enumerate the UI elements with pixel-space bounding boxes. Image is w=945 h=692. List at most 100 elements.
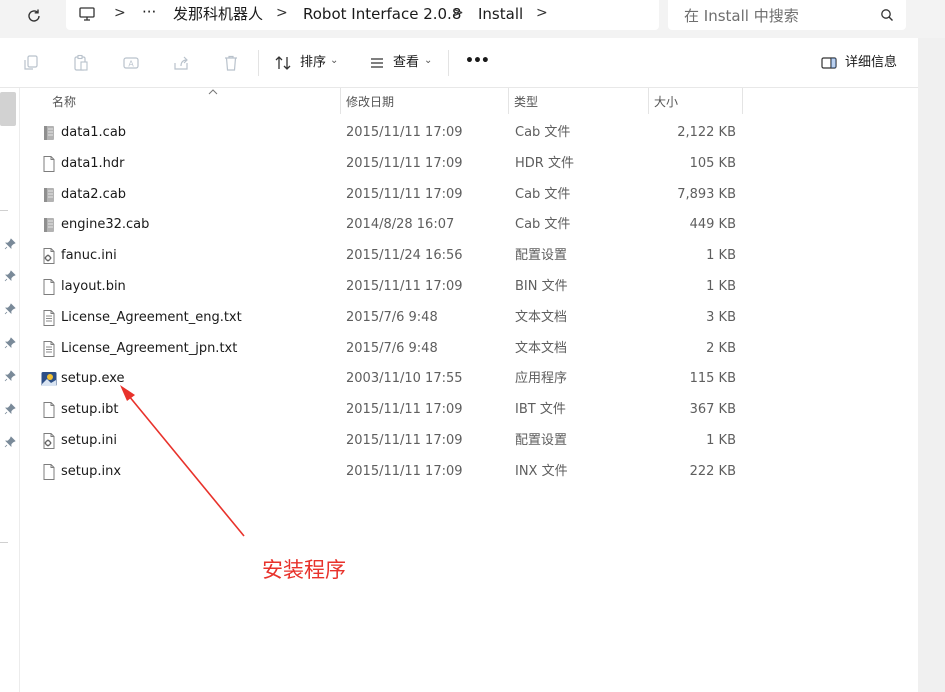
file-row[interactable]: License_Agreement_jpn.txt 2015/7/6 9:48 文本… — [20, 334, 918, 364]
file-size: 115 KB — [689, 371, 736, 387]
search-icon[interactable] — [880, 7, 894, 26]
chevron-down-icon[interactable]: ⌄ — [424, 53, 432, 69]
share-icon[interactable] — [170, 52, 192, 74]
pin-icon[interactable] — [4, 403, 16, 415]
breadcrumb-item[interactable]: 发那科机器人 — [173, 5, 263, 23]
breadcrumb[interactable]: > ··· 发那科机器人 > Robot Interface 2.0.8 > I… — [66, 0, 659, 30]
annotation-label: 安装程序 — [262, 558, 346, 582]
file-type: Cab 文件 — [515, 217, 571, 233]
file-modified-date: 2015/7/6 9:48 — [346, 309, 438, 325]
file-name: setup.exe — [61, 371, 125, 387]
file-row[interactable]: data1.cab 2015/11/11 17:09 Cab 文件 2,122 KB — [20, 118, 918, 148]
nav-divider — [0, 210, 8, 211]
breadcrumb-overflow[interactable]: ··· — [142, 3, 156, 21]
file-row[interactable]: setup.inx 2015/11/11 17:09 INX 文件 222 KB — [20, 457, 918, 487]
file-size: 3 KB — [706, 309, 736, 325]
nav-scrollbar-thumb[interactable] — [0, 92, 16, 126]
pin-icon[interactable] — [4, 370, 16, 382]
column-size[interactable]: 大小 — [654, 93, 678, 110]
details-pane-icon[interactable] — [818, 52, 840, 74]
command-bar: A 排序 ⌄ 查看 ⌄ ••• 详细信息 — [0, 38, 918, 88]
column-divider[interactable] — [508, 88, 509, 114]
file-name: data1.cab — [61, 125, 127, 140]
view-icon[interactable] — [366, 52, 388, 74]
search-box[interactable]: 在 Install 中搜索 — [668, 0, 906, 30]
blank-file-icon — [40, 278, 58, 296]
cabinet-file-icon — [40, 186, 58, 204]
blank-file-icon — [40, 463, 58, 481]
blank-file-icon — [40, 155, 58, 173]
details-button[interactable]: 详细信息 — [845, 55, 897, 71]
file-type: 配置设置 — [515, 433, 568, 448]
file-type: 配置设置 — [515, 248, 568, 264]
text-file-icon — [40, 340, 58, 358]
chevron-right-icon[interactable]: > — [276, 4, 288, 22]
pin-icon[interactable] — [4, 303, 16, 315]
chevron-right-icon[interactable]: > — [536, 4, 548, 22]
refresh-icon[interactable] — [22, 4, 46, 28]
cabinet-file-icon — [40, 124, 58, 142]
file-name: setup.ibt — [61, 402, 119, 418]
file-row[interactable]: data1.hdr 2015/11/11 17:09 HDR 文件 105 KB — [20, 149, 918, 179]
file-size: 222 KB — [689, 463, 736, 479]
config-file-icon — [40, 432, 58, 450]
file-size: 1 KB — [706, 433, 736, 448]
file-row[interactable]: License_Agreement_eng.txt 2015/7/6 9:48 文本… — [20, 303, 918, 333]
nav-divider — [0, 542, 8, 543]
sort-button[interactable]: 排序 — [300, 55, 326, 71]
pin-icon[interactable] — [4, 436, 16, 448]
file-row[interactable]: setup.exe 2003/11/10 17:55 应用程序 115 KB — [20, 364, 918, 394]
file-modified-date: 2015/7/6 9:48 — [346, 340, 438, 356]
file-row[interactable]: engine32.cab 2014/8/28 16:07 Cab 文件 449 KB — [20, 210, 918, 240]
column-type[interactable]: 类型 — [514, 93, 538, 110]
column-divider[interactable] — [648, 88, 649, 114]
file-modified-date: 2015/11/11 17:09 — [346, 279, 463, 294]
file-name: fanuc.ini — [61, 248, 117, 264]
config-file-icon — [40, 247, 58, 265]
view-button[interactable]: 查看 — [393, 55, 419, 71]
file-size: 367 KB — [689, 402, 736, 418]
file-row[interactable]: layout.bin 2015/11/11 17:09 BIN 文件 1 KB — [20, 272, 918, 302]
chevron-right-icon[interactable]: > — [452, 4, 464, 22]
file-modified-date: 2015/11/24 16:56 — [346, 248, 463, 264]
chevron-down-icon[interactable]: ⌄ — [330, 53, 338, 69]
breadcrumb-item[interactable]: Robot Interface 2.0.8 — [303, 5, 461, 23]
chevron-right-icon[interactable]: > — [114, 4, 126, 22]
file-type: Cab 文件 — [515, 186, 571, 202]
pin-icon[interactable] — [4, 238, 16, 250]
rename-icon[interactable]: A — [120, 52, 142, 74]
file-row[interactable]: fanuc.ini 2015/11/24 16:56 配置设置 1 KB — [20, 241, 918, 271]
column-divider[interactable] — [742, 88, 743, 114]
column-name[interactable]: 名称 — [52, 93, 76, 110]
pin-icon[interactable] — [4, 270, 16, 282]
sort-icon[interactable] — [272, 52, 294, 74]
this-pc-icon[interactable] — [78, 5, 96, 27]
file-name: layout.bin — [61, 279, 126, 294]
file-size: 449 KB — [689, 217, 736, 233]
file-size: 1 KB — [706, 248, 736, 264]
delete-icon[interactable] — [220, 52, 242, 74]
file-modified-date: 2003/11/10 17:55 — [346, 371, 463, 387]
file-name: engine32.cab — [61, 217, 150, 233]
file-row[interactable]: setup.ibt 2015/11/11 17:09 IBT 文件 367 KB — [20, 395, 918, 425]
paste-icon[interactable] — [70, 52, 92, 74]
file-type: BIN 文件 — [515, 279, 568, 294]
file-type: 文本文档 — [515, 340, 568, 356]
file-type: Cab 文件 — [515, 125, 571, 140]
copy-icon[interactable] — [20, 52, 42, 74]
file-modified-date: 2015/11/11 17:09 — [346, 402, 463, 418]
more-options-button[interactable]: ••• — [465, 53, 490, 69]
column-date[interactable]: 修改日期 — [346, 93, 394, 110]
file-row[interactable]: setup.ini 2015/11/11 17:09 配置设置 1 KB — [20, 426, 918, 456]
file-row[interactable]: data2.cab 2015/11/11 17:09 Cab 文件 7,893 KB — [20, 180, 918, 210]
file-name: License_Agreement_eng.txt — [61, 309, 242, 325]
pin-icon[interactable] — [4, 337, 16, 349]
file-type: 文本文档 — [515, 309, 568, 325]
svg-text:A: A — [128, 60, 134, 69]
breadcrumb-item-current[interactable]: Install — [478, 5, 523, 23]
blank-file-icon — [40, 401, 58, 419]
column-divider[interactable] — [340, 88, 341, 114]
file-modified-date: 2015/11/11 17:09 — [346, 186, 463, 202]
search-input[interactable]: 在 Install 中搜索 — [684, 5, 799, 26]
window-scrollbar[interactable] — [918, 38, 945, 692]
